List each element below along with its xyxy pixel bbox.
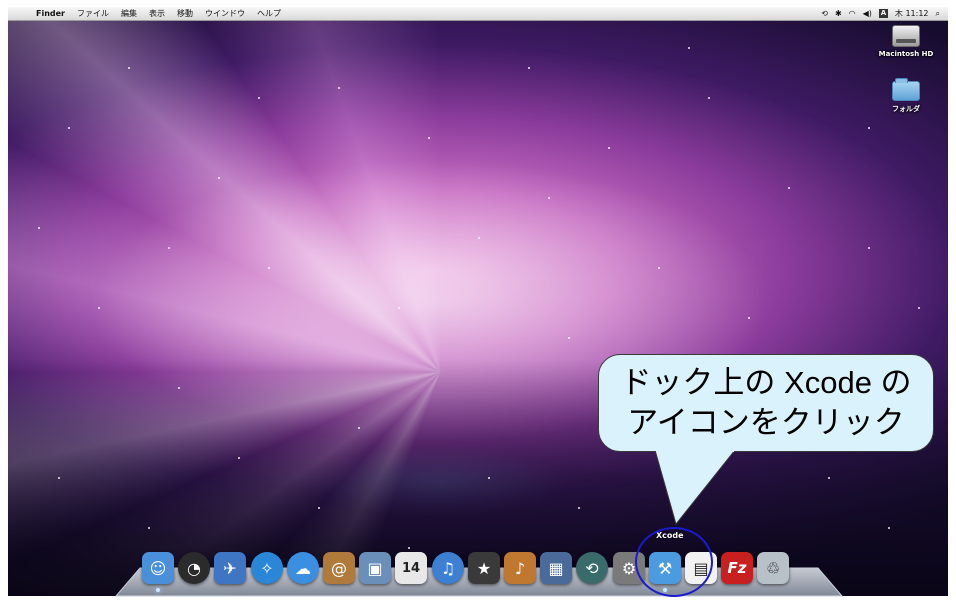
itunes-icon: ♫ <box>440 558 456 578</box>
menu-window[interactable]: ウインドウ <box>199 8 251 19</box>
mail-icon: ✈ <box>223 558 237 578</box>
menu-edit[interactable]: 編集 <box>115 8 143 19</box>
dock-item-garageband[interactable]: ♪ <box>504 552 536 584</box>
star <box>828 477 830 479</box>
imovie-icon: ★ <box>476 558 492 578</box>
desktop-icon-macintosh-hd[interactable]: Macintosh HD <box>871 25 941 58</box>
status-area: ⟲ ✱ ◠ ◀) A 木 11:12 ⌕ <box>821 8 948 19</box>
star <box>148 527 150 529</box>
address-book-icon: @ <box>331 558 347 578</box>
star <box>38 227 40 229</box>
star <box>488 477 490 479</box>
bluetooth-icon[interactable]: ✱ <box>835 9 842 18</box>
dock-item-ichat[interactable]: ☁ <box>287 552 319 584</box>
menu-help[interactable]: ヘルプ <box>251 8 287 19</box>
dock-item-safari[interactable]: ✧ <box>251 552 283 584</box>
star <box>258 97 260 99</box>
dock-item-iphoto[interactable]: ▣ <box>359 552 391 584</box>
star <box>408 547 410 549</box>
callout-line-1: ドック上の Xcode の <box>620 365 912 400</box>
dock-item-finder[interactable]: ☺ <box>142 552 174 584</box>
volume-icon[interactable]: ◀) <box>863 9 872 18</box>
star <box>98 307 100 309</box>
wifi-icon[interactable]: ◠ <box>849 9 856 18</box>
star <box>868 127 870 129</box>
star <box>218 177 220 179</box>
star <box>528 67 530 69</box>
dock-item-dashboard[interactable]: ◔ <box>178 552 210 584</box>
time-machine-icon[interactable]: ⟲ <box>821 9 828 18</box>
garageband-icon: ♪ <box>514 558 526 578</box>
spotlight-icon[interactable]: ⌕ <box>936 9 940 19</box>
desktop-icon-folder[interactable]: フォルダ <box>871 78 941 114</box>
star <box>238 457 240 459</box>
star <box>128 67 130 69</box>
menu-clock[interactable]: 木 11:12 <box>895 8 929 19</box>
dock-item-imovie[interactable]: ★ <box>468 552 500 584</box>
iphoto-icon: ▣ <box>367 558 383 578</box>
star <box>428 137 430 139</box>
desktop-icon-label: フォルダ <box>892 105 920 113</box>
finder-icon: ☺ <box>149 558 167 578</box>
xcode-highlight-circle <box>635 527 713 597</box>
dock-item-address-book[interactable]: @ <box>323 552 355 584</box>
star <box>268 267 270 269</box>
ichat-icon: ☁ <box>295 558 311 578</box>
dock-item-ical[interactable]: 14 <box>395 552 427 584</box>
time-machine-icon: ⟲ <box>585 558 599 578</box>
star <box>68 127 70 129</box>
star <box>918 307 920 309</box>
callout-line-2: アイコンをクリック <box>627 405 905 440</box>
desktop-wallpaper <box>8 7 948 596</box>
menu-view[interactable]: 表示 <box>143 8 171 19</box>
star <box>58 477 60 479</box>
star <box>168 247 170 249</box>
menu-file[interactable]: ファイル <box>71 8 115 19</box>
star <box>338 87 340 89</box>
menu-bar: Finder ファイル 編集 表示 移動 ウインドウ ヘルプ ⟲ ✱ ◠ ◀) … <box>8 7 948 21</box>
desktop-icon-label: Macintosh HD <box>878 50 934 58</box>
star <box>578 507 580 509</box>
star <box>888 527 890 529</box>
input-method-icon[interactable]: A <box>878 9 888 18</box>
star <box>398 307 400 309</box>
star <box>568 337 570 339</box>
calendar-icon: 14 <box>401 560 421 576</box>
dock-item-itunes[interactable]: ♫ <box>432 552 464 584</box>
dashboard-icon: ◔ <box>187 558 201 578</box>
callout-joint <box>656 449 734 452</box>
hard-drive-icon <box>892 25 920 47</box>
filezilla-icon: Fz <box>727 559 747 577</box>
dock-item-time-machine[interactable]: ⟲ <box>576 552 608 584</box>
dock-item-trash[interactable]: ♲ <box>757 552 789 584</box>
safari-icon: ✧ <box>260 558 274 578</box>
star <box>868 247 870 249</box>
dock-item-spaces[interactable]: ▦ <box>540 552 572 584</box>
menu-finder[interactable]: Finder <box>30 9 71 18</box>
star <box>688 47 690 49</box>
spaces-icon: ▦ <box>548 558 564 578</box>
folder-icon <box>892 78 920 101</box>
star <box>748 317 750 319</box>
star <box>548 197 550 199</box>
star <box>708 97 710 99</box>
dock-item-filezilla[interactable]: Fz <box>721 552 753 584</box>
dock-running-indicator <box>156 588 160 592</box>
star <box>318 507 320 509</box>
star <box>788 187 790 189</box>
star <box>658 267 660 269</box>
star <box>608 147 610 149</box>
trash-icon: ♲ <box>765 558 781 578</box>
menu-go[interactable]: 移動 <box>171 8 199 19</box>
star <box>178 387 180 389</box>
instruction-callout: ドック上の Xcode の アイコンをクリック <box>598 354 934 452</box>
dock-item-mail[interactable]: ✈ <box>214 552 246 584</box>
star <box>358 427 360 429</box>
star <box>478 237 480 239</box>
